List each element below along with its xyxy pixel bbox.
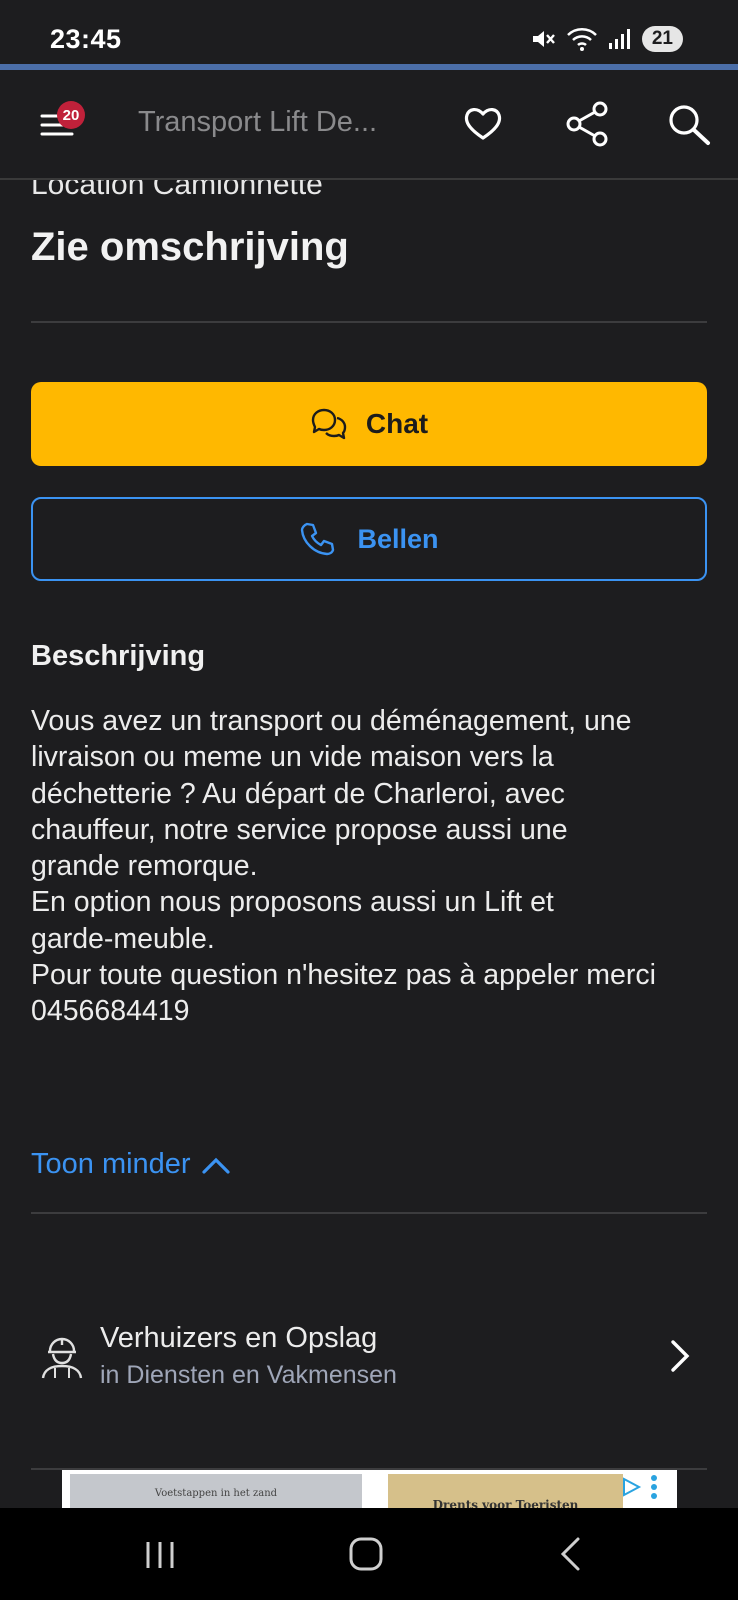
ad-choices-icon[interactable]	[620, 1476, 642, 1498]
chat-button[interactable]: Chat	[31, 382, 707, 466]
status-time: 23:45	[50, 24, 122, 54]
search-icon	[669, 105, 710, 145]
show-less-label: Toon minder	[31, 1148, 191, 1180]
phone-icon	[301, 522, 335, 556]
chat-button-label: Chat	[365, 408, 429, 439]
ad-left-panel: Voetstappen in het zand	[70, 1474, 362, 1510]
description-heading: Beschrijving	[31, 640, 206, 672]
divider	[31, 1212, 707, 1214]
recent-apps-icon	[146, 1542, 174, 1568]
ad-right-panel: Drents voor Toeristen	[388, 1474, 623, 1510]
ad-more-icon[interactable]	[650, 1474, 658, 1502]
status-icons: 21	[530, 26, 683, 52]
chevron-right-icon	[668, 1338, 692, 1379]
page-title-top: Transport Lift De...	[138, 106, 378, 138]
back-button[interactable]	[558, 1536, 584, 1577]
mute-icon	[532, 31, 555, 47]
wifi-icon	[566, 28, 597, 51]
ad-left-text: Voetstappen in het zand	[154, 1488, 278, 1499]
recent-apps-button[interactable]	[142, 1538, 178, 1577]
home-icon	[349, 1537, 383, 1571]
show-less-link[interactable]: Toon minder	[31, 1148, 231, 1181]
favorite-button-top[interactable]	[455, 99, 511, 149]
share-button-top[interactable]	[560, 97, 616, 151]
back-icon	[560, 1537, 580, 1571]
divider	[31, 321, 707, 323]
heart-icon	[464, 108, 502, 140]
notification-badge-top: 20	[57, 101, 85, 129]
share-icon	[566, 101, 608, 147]
category-title: Verhuizers en Opslag	[100, 1322, 378, 1354]
chat-icon	[311, 408, 347, 440]
signal-icon	[608, 29, 630, 49]
home-button[interactable]	[348, 1536, 384, 1577]
description-text: Vous avez un transport ou déménagement, …	[31, 705, 656, 1028]
call-button-label: Bellen	[357, 523, 439, 554]
battery-indicator: 21	[641, 26, 683, 52]
listing-price: Zie omschrijving	[31, 225, 349, 269]
chevron-up-icon	[201, 1157, 230, 1174]
category-subtitle: in Diensten en Vakmensen	[100, 1361, 397, 1389]
ad-banner[interactable]: Voetstappen in het zand Drents voor Toer…	[62, 1470, 677, 1510]
worker-icon	[40, 1334, 84, 1385]
search-button-top[interactable]	[662, 98, 716, 152]
call-button[interactable]: Bellen	[31, 497, 707, 581]
